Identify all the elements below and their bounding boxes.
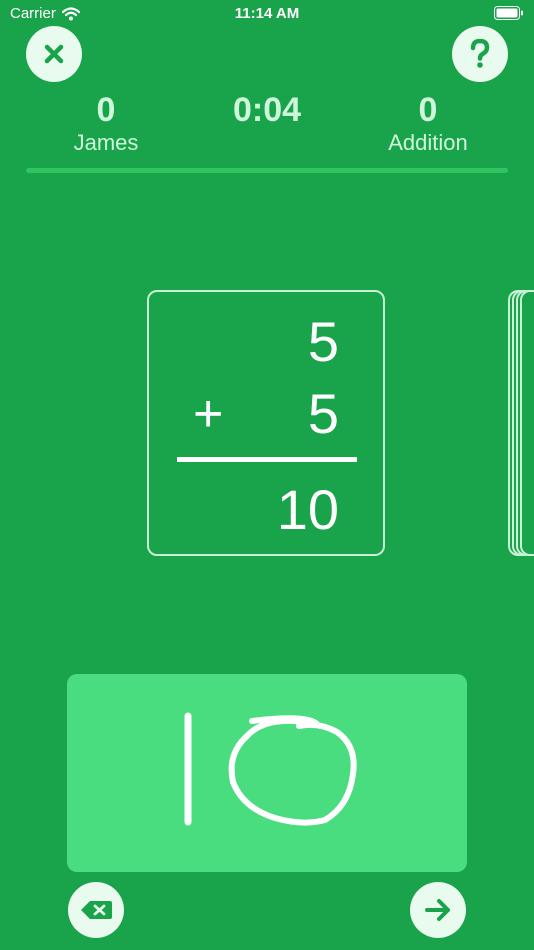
close-icon bbox=[44, 44, 64, 64]
status-bar: Carrier 11:14 AM bbox=[0, 0, 534, 28]
timer: 0:04 bbox=[232, 91, 302, 129]
player-score: 0 bbox=[96, 91, 116, 129]
operator: + bbox=[193, 385, 224, 443]
player-score-block: 0 James bbox=[26, 90, 186, 156]
arrow-right-icon bbox=[425, 899, 450, 921]
sum-line bbox=[177, 457, 357, 462]
top-number: 5 bbox=[307, 310, 339, 373]
answer: 10 bbox=[276, 478, 339, 541]
problem-card: 5 + 5 10 bbox=[147, 290, 385, 556]
question-mark-icon bbox=[470, 39, 490, 68]
battery-icon bbox=[494, 6, 524, 25]
handwriting-strokes bbox=[184, 712, 357, 826]
timer-block: 0:04 bbox=[187, 90, 347, 130]
mode-name: Addition bbox=[388, 130, 468, 155]
scoreboard: 0 James 0:04 0 Addition bbox=[0, 90, 534, 160]
mode-score: 0 bbox=[418, 91, 438, 129]
next-button[interactable] bbox=[410, 882, 466, 938]
mode-score-block: 0 Addition bbox=[348, 90, 508, 156]
bottom-number: 5 bbox=[307, 382, 339, 445]
help-button[interactable] bbox=[452, 26, 508, 82]
progress-bar bbox=[26, 168, 508, 173]
clock: 11:14 AM bbox=[234, 5, 300, 22]
clear-button[interactable] bbox=[68, 882, 124, 938]
backspace-icon bbox=[81, 901, 112, 919]
handwriting-pad[interactable] bbox=[67, 674, 467, 872]
close-button[interactable] bbox=[26, 26, 82, 82]
player-name: James bbox=[73, 130, 139, 155]
next-cards-stack bbox=[508, 290, 534, 556]
